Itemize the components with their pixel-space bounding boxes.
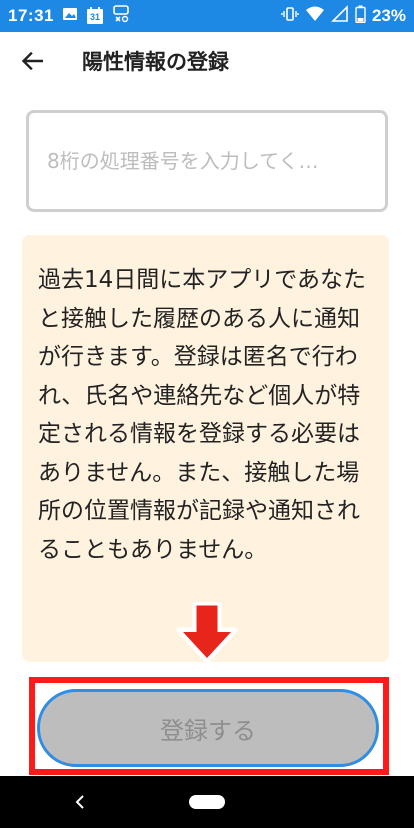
notification-icon: [112, 4, 130, 28]
image-icon: [62, 6, 78, 27]
calendar-icon: 31: [86, 7, 104, 25]
navigation-bar: [0, 776, 414, 828]
processing-number-input[interactable]: [45, 148, 369, 174]
battery-icon: [355, 5, 366, 28]
info-text: 過去14日間に本アプリであなたと接触した履歴のある人に通知が行きます。登録は匿名…: [38, 267, 367, 563]
status-bar: 17:31 31 23%: [0, 0, 414, 32]
wifi-icon: [305, 5, 325, 28]
nav-home-pill[interactable]: [189, 795, 225, 809]
vibrate-icon: [281, 5, 299, 28]
back-button[interactable]: [12, 41, 52, 81]
register-button[interactable]: 登録する: [37, 689, 379, 767]
info-card: 過去14日間に本アプリであなたと接触した履歴のある人に通知が行きます。登録は匿名…: [22, 235, 389, 662]
app-bar: 陽性情報の登録: [0, 32, 414, 90]
calendar-day: 31: [89, 12, 100, 22]
processing-number-field[interactable]: [26, 110, 388, 212]
arrow-left-icon: [21, 52, 43, 70]
page-title: 陽性情報の登録: [82, 50, 229, 74]
status-notification-icons: 31: [62, 4, 130, 28]
status-time: 17:31: [8, 6, 54, 25]
status-system-icons: 23%: [281, 4, 406, 28]
battery-percent: 23%: [371, 6, 406, 25]
nav-back-icon[interactable]: [72, 792, 90, 812]
down-arrow-icon: [176, 602, 238, 664]
signal-icon: [331, 4, 349, 28]
